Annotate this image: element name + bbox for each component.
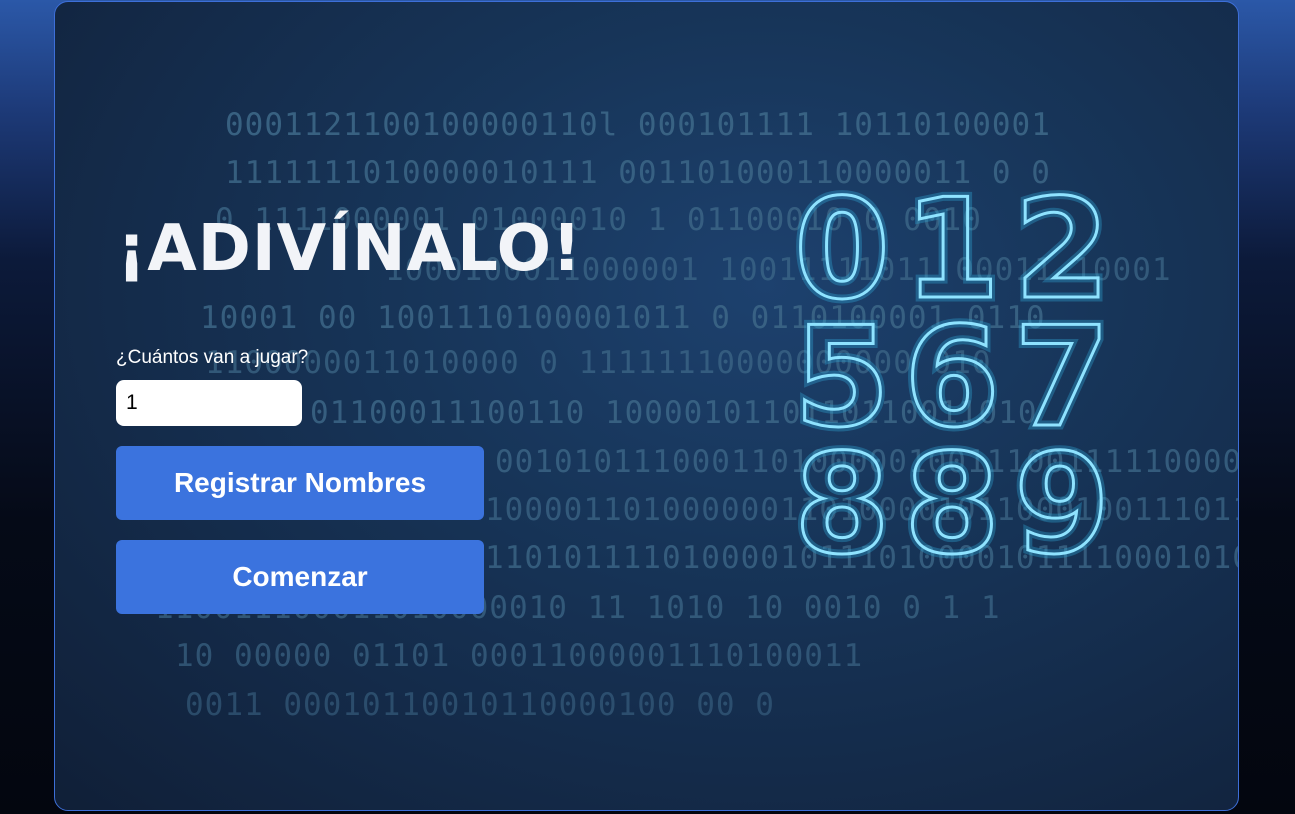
page-title: ¡ADIVÍNALO!: [117, 212, 583, 286]
binary-text-line: 0001121100100000110l 000101111 101101000…: [225, 107, 1051, 143]
binary-text-line: 10 00000 01101 00011000001110100011: [175, 638, 864, 674]
digit-outline-layer: 0 1 2 5 6 7 8 8 9: [793, 182, 1111, 562]
register-names-button[interactable]: Registrar Nombres: [116, 446, 484, 520]
neon-digits-illustration: 0 1 2 5 6 7 8 8 9 0 1 2 5 6 7 8 8 9: [790, 182, 1110, 562]
main-panel: 0001121100100000110l 000101111 101101000…: [54, 1, 1239, 811]
digit-eight: 8: [904, 424, 1000, 562]
players-count-label: ¿Cuántos van a jugar?: [116, 347, 309, 368]
players-count-input[interactable]: [116, 380, 302, 426]
binary-text-line: 0011 00010110010110000100 00 0: [185, 687, 775, 723]
digit-nine: 9: [1014, 424, 1110, 562]
digit-eight: 8: [794, 424, 890, 562]
start-button[interactable]: Comenzar: [116, 540, 484, 614]
